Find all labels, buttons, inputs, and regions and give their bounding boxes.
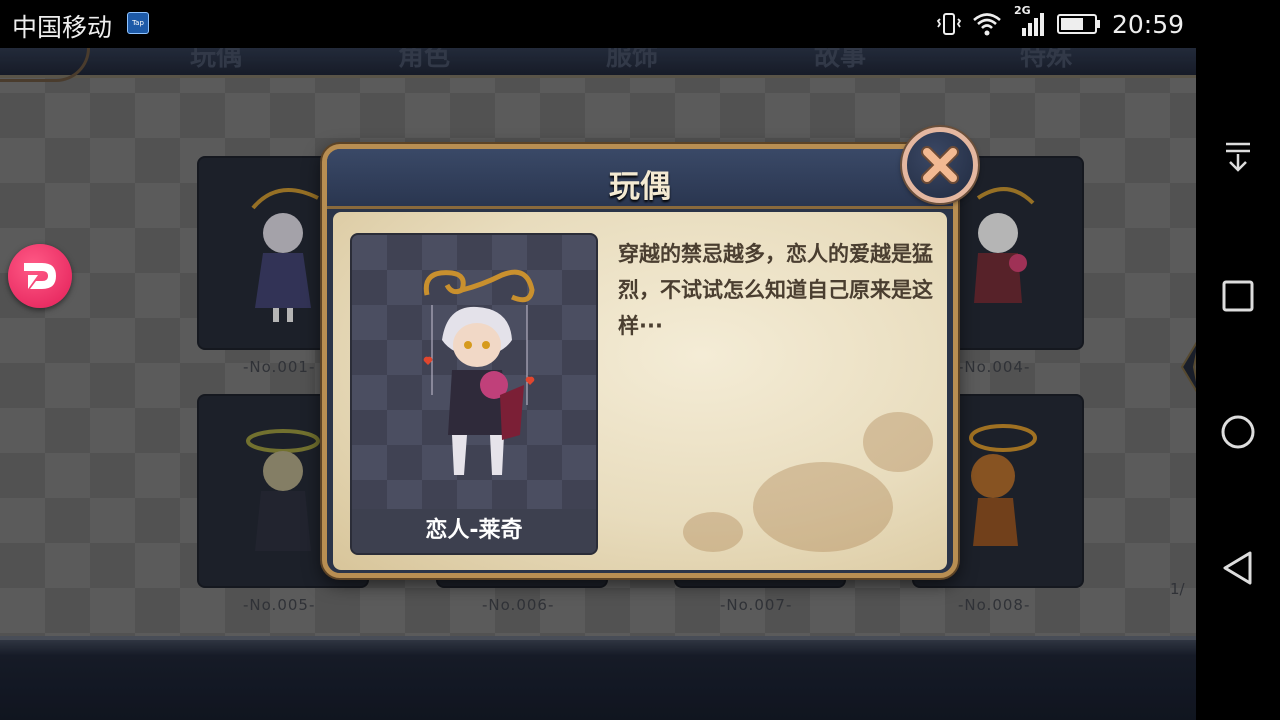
back-icon (1223, 551, 1252, 585)
parchment-stain (753, 462, 893, 552)
d-logo-icon (24, 263, 56, 289)
battery-icon (1056, 14, 1100, 34)
wifi-icon (973, 13, 1001, 36)
doll-description: 穿越的禁忌越多，恋人的爱越是猛烈，不试试怎么知道自己原来是这样··· (618, 242, 933, 338)
dialog-body: 恋人-莱奇 穿越的禁忌越多，恋人的爱越是猛烈，不试试怎么知道自己原来是这样··· (333, 212, 947, 570)
back-button[interactable] (1218, 548, 1258, 588)
floating-assistant-button[interactable] (8, 244, 72, 308)
android-nav-bar (1196, 0, 1280, 720)
app-notification-icon: Tap (127, 12, 149, 34)
close-button[interactable] (902, 127, 978, 203)
parchment-stain (683, 512, 743, 552)
dialog-title: 玩偶 (609, 169, 671, 205)
download-icon (1226, 142, 1250, 172)
doll-figure-icon (423, 269, 535, 475)
signal-icon: 2G (1012, 4, 1046, 38)
status-bar: 中国移动 Tap 2G 20:59 (0, 0, 1196, 48)
home-button[interactable] (1218, 412, 1258, 452)
recent-apps-button[interactable] (1218, 276, 1258, 316)
doll-portrait: 恋人-莱奇 (350, 233, 598, 555)
home-icon (1221, 415, 1255, 449)
recent-apps-icon (1222, 280, 1254, 312)
dialog-header: 玩偶 (327, 149, 953, 209)
vibrate-icon (936, 13, 962, 35)
carrier-label: 中国移动 (12, 13, 113, 42)
close-icon (921, 146, 959, 184)
pull-down-button[interactable] (1218, 138, 1258, 178)
doll-name: 恋人-莱奇 (352, 509, 596, 553)
doll-detail-dialog: 玩偶 恋人-莱奇 穿越的禁忌越多，恋人的爱越是猛烈，不试试怎么知道自己原来是这样… (322, 144, 958, 578)
parchment-stain (863, 412, 933, 472)
clock: 20:59 (1111, 9, 1184, 39)
